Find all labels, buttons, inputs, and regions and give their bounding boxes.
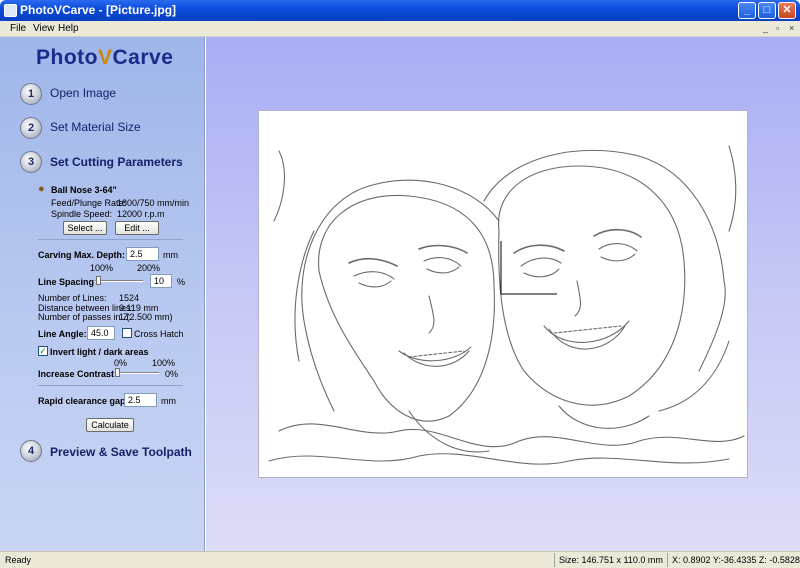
invert-checkbox[interactable]: ✓ bbox=[38, 346, 48, 356]
scale-left: 100% bbox=[90, 263, 114, 273]
divider bbox=[38, 239, 183, 240]
line-spacing-unit: % bbox=[177, 277, 186, 287]
depth-input[interactable]: 2.5 bbox=[126, 247, 159, 261]
depth-unit: mm bbox=[163, 250, 178, 260]
title-bar: PhotoVCarve - [Picture.jpg] _ □ ✕ bbox=[0, 0, 800, 21]
contrast-label: Increase Contrast bbox=[38, 369, 115, 379]
scale-right: 200% bbox=[137, 263, 161, 273]
contrast-value: 0% bbox=[165, 369, 179, 379]
step-preview-save[interactable]: Preview & Save Toolpath bbox=[50, 445, 192, 459]
step-open-image[interactable]: Open Image bbox=[50, 86, 116, 100]
spindle-value: 12000 r.p.m bbox=[117, 209, 165, 219]
depth-label: Carving Max. Depth: bbox=[38, 250, 126, 260]
status-bar: Ready Size: 146.751 x 110.0 mm X: 0.8902… bbox=[0, 551, 800, 568]
maximize-icon[interactable]: □ bbox=[758, 2, 776, 19]
cross-hatch-checkbox[interactable] bbox=[122, 328, 132, 338]
step-material-size[interactable]: Set Material Size bbox=[50, 120, 141, 134]
status-ready: Ready bbox=[5, 555, 32, 565]
close-icon[interactable]: ✕ bbox=[778, 2, 796, 19]
status-coordinates: X: 0.8902 Y:-36.4335 Z: -0.5828 bbox=[672, 555, 800, 565]
select-tool-button[interactable]: Select ... bbox=[63, 221, 107, 235]
rapid-label: Rapid clearance gap: bbox=[38, 396, 129, 406]
spindle-label: Spindle Speed: bbox=[51, 209, 113, 219]
mdi-minimize-icon[interactable]: _ bbox=[763, 23, 768, 33]
passes-label: Number of passes in Z: bbox=[38, 312, 132, 322]
rapid-unit: mm bbox=[161, 396, 176, 406]
cutting-parameters-icon[interactable]: 3 bbox=[20, 151, 42, 173]
image-preview[interactable] bbox=[258, 110, 748, 478]
app-icon bbox=[4, 4, 17, 17]
line-angle-input[interactable]: 45.0 bbox=[87, 326, 115, 340]
tool-name: Ball Nose 3-64" bbox=[51, 185, 117, 195]
line-spacing-label: Line Spacing bbox=[38, 277, 95, 287]
menu-help[interactable]: Help bbox=[58, 23, 79, 34]
passes-value: 1 (2.500 mm) bbox=[119, 312, 173, 322]
status-separator bbox=[667, 553, 668, 567]
line-spacing-slider[interactable] bbox=[95, 280, 143, 282]
mdi-close-icon[interactable]: × bbox=[789, 23, 794, 33]
tool-icon: ● bbox=[38, 183, 45, 195]
contrast-slider[interactable] bbox=[115, 372, 159, 374]
window-title: PhotoVCarve - [Picture.jpg] bbox=[20, 3, 177, 17]
status-separator bbox=[554, 553, 555, 567]
num-lines-label: Number of Lines: bbox=[38, 293, 107, 303]
status-size: Size: 146.751 x 110.0 mm bbox=[559, 555, 663, 565]
contrast-scale-right: 100% bbox=[152, 358, 176, 368]
step-cutting-parameters[interactable]: Set Cutting Parameters bbox=[50, 155, 183, 169]
num-lines-value: 1524 bbox=[119, 293, 140, 303]
cross-hatch-label: Cross Hatch bbox=[134, 329, 184, 339]
menu-bar: File View Help _ ▫ × bbox=[0, 21, 800, 37]
material-size-icon[interactable]: 2 bbox=[20, 117, 42, 139]
app-logo: PhotoVCarve bbox=[36, 46, 174, 69]
invert-label: Invert light / dark areas bbox=[50, 347, 149, 357]
contrast-scale-left: 0% bbox=[114, 358, 128, 368]
line-spacing-thumb[interactable] bbox=[95, 276, 101, 285]
rapid-input[interactable]: 2.5 bbox=[124, 393, 157, 407]
menu-file[interactable]: File bbox=[10, 23, 26, 34]
minimize-icon[interactable]: _ bbox=[738, 2, 756, 19]
feed-label: Feed/Plunge Rate: bbox=[51, 198, 127, 208]
feed-value: 1800/750 mm/min bbox=[117, 198, 190, 208]
edit-tool-button[interactable]: Edit ... bbox=[115, 221, 159, 235]
calculate-button[interactable]: Calculate bbox=[86, 418, 134, 432]
sketch-image bbox=[268, 145, 745, 465]
divider bbox=[38, 385, 183, 386]
preview-save-icon[interactable]: 4 bbox=[20, 440, 42, 462]
mdi-restore-icon[interactable]: ▫ bbox=[776, 23, 779, 33]
line-spacing-input[interactable]: 10 bbox=[150, 274, 172, 288]
line-angle-label: Line Angle: bbox=[38, 329, 87, 339]
menu-view[interactable]: View bbox=[33, 23, 55, 34]
open-image-icon[interactable]: 1 bbox=[20, 83, 42, 105]
contrast-thumb[interactable] bbox=[115, 368, 120, 377]
